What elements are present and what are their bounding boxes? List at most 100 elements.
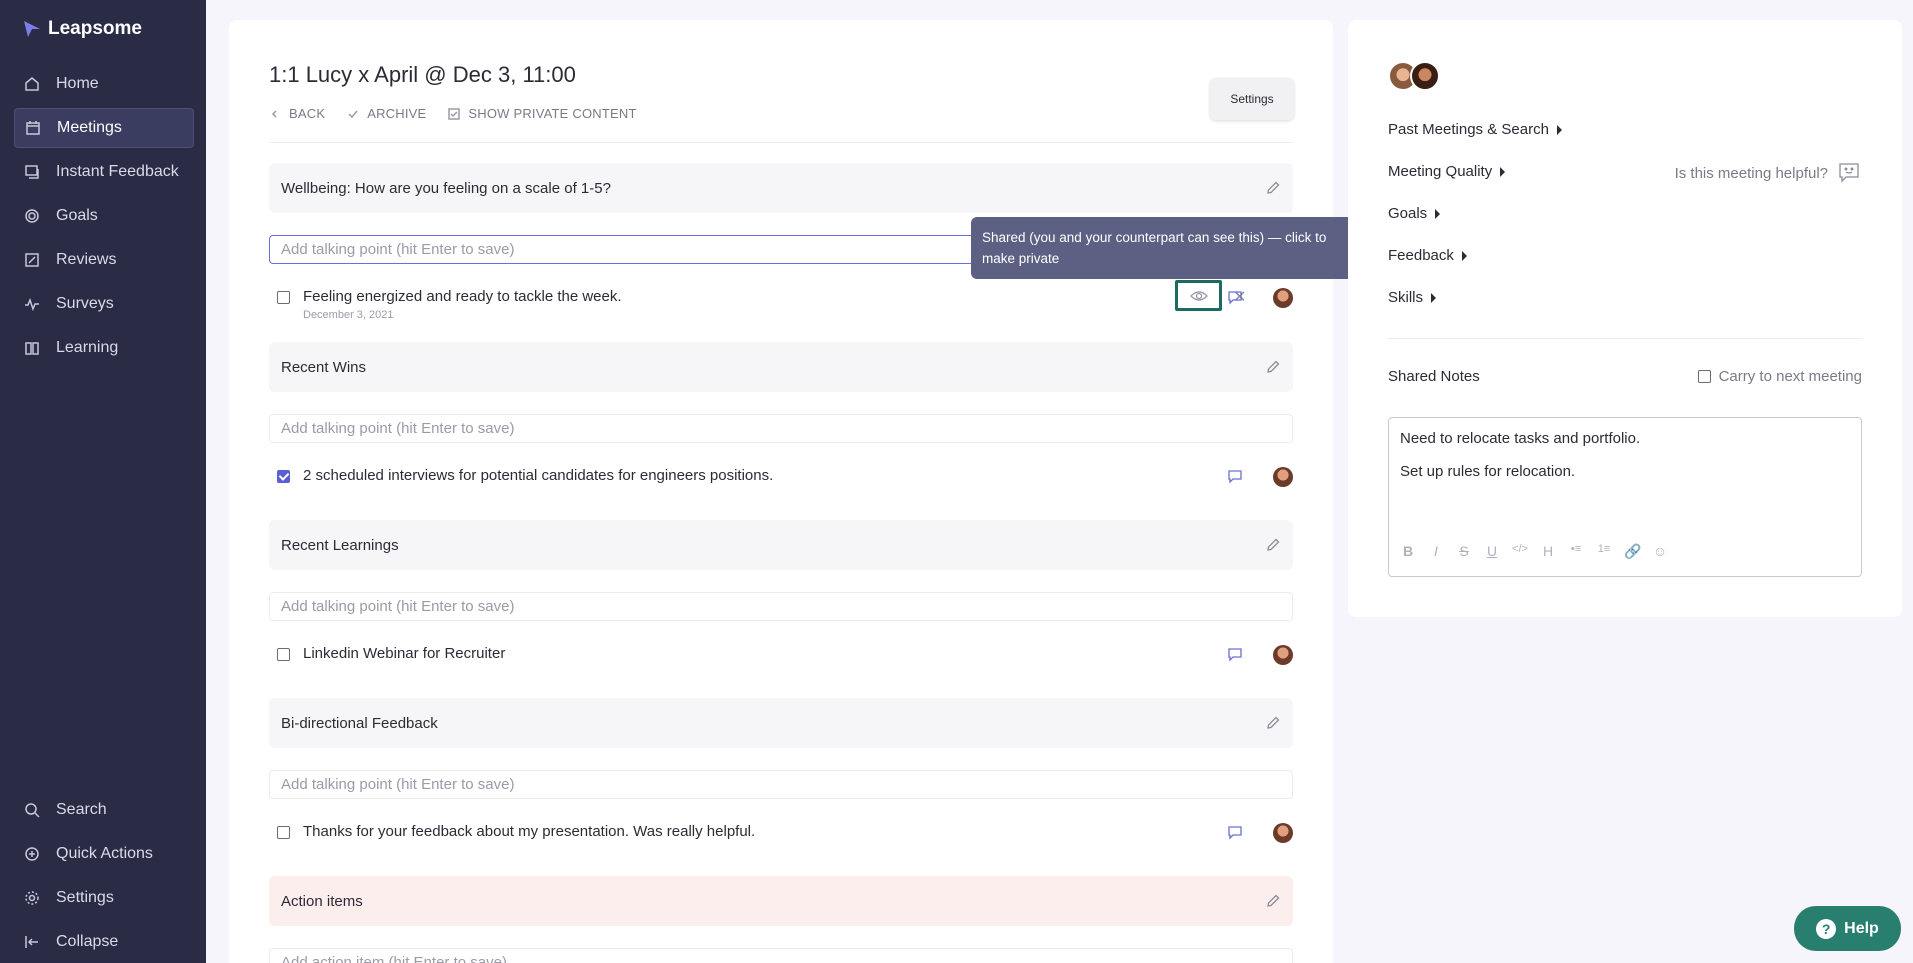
show-private-toggle[interactable]: SHOW PRIVATE CONTENT <box>448 106 636 121</box>
heading-icon[interactable]: H <box>1540 543 1556 560</box>
talking-point-text[interactable]: Thanks for your feedback about my presen… <box>303 823 755 840</box>
carry-to-next-meeting-checkbox[interactable]: Carry to next meeting <box>1697 368 1862 385</box>
visibility-toggle[interactable] <box>1175 280 1222 311</box>
sidebar-item-label: Surveys <box>56 295 114 312</box>
emoji-icon[interactable]: ☺ <box>1652 543 1668 560</box>
leapsome-logo-icon <box>24 21 40 37</box>
collapse-icon <box>24 934 40 950</box>
sidebar-item-learning[interactable]: Learning <box>14 328 194 368</box>
section-title: Wellbeing: How are you feeling on a scal… <box>281 179 611 197</box>
sidebar-item-quick-actions[interactable]: Quick Actions <box>14 834 194 874</box>
bullet-list-icon[interactable]: •≡ <box>1568 543 1584 560</box>
section-title: Action items <box>281 892 363 910</box>
comment-icon[interactable] <box>1227 289 1243 305</box>
pulse-icon <box>24 296 40 312</box>
sidebar-item-label: Search <box>56 801 107 818</box>
sidebar-item-home[interactable]: Home <box>14 64 194 104</box>
action-item-input[interactable] <box>269 948 1293 963</box>
carry-label: Carry to next meeting <box>1718 368 1862 385</box>
show-private-label: SHOW PRIVATE CONTENT <box>468 106 637 121</box>
home-icon <box>24 76 40 92</box>
meeting-helpful-feedback[interactable]: Is this meeting helpful? <box>1675 162 1860 184</box>
italic-icon[interactable]: I <box>1428 543 1444 560</box>
help-label: Help <box>1844 919 1879 937</box>
section-header-action-items: Action items <box>269 876 1293 926</box>
talking-point-text[interactable]: Feeling energized and ready to tackle th… <box>303 288 622 305</box>
caret-right-icon <box>1431 292 1437 303</box>
sidebar-item-reviews[interactable]: Reviews <box>14 240 194 280</box>
shared-notes-title: Shared Notes <box>1388 368 1480 385</box>
sidebar-item-collapse[interactable]: Collapse <box>14 922 194 962</box>
meeting-quality-link[interactable]: Meeting Quality <box>1388 163 1506 180</box>
talking-point-row: Linkedin Webinar for Recruiter <box>277 639 1293 679</box>
underline-icon[interactable]: U <box>1484 543 1500 560</box>
talking-point-input[interactable] <box>269 235 1004 264</box>
numbered-list-icon[interactable]: 1≡ <box>1596 543 1612 560</box>
sidebar-item-meetings[interactable]: Meetings <box>14 108 194 148</box>
talking-point-checkbox[interactable] <box>277 291 290 304</box>
caret-right-icon <box>1461 250 1467 261</box>
bold-icon[interactable]: B <box>1400 543 1416 560</box>
talking-point-text[interactable]: Linkedin Webinar for Recruiter <box>303 645 505 662</box>
checkbox-icon <box>1697 370 1711 383</box>
editor-toolbar: B I S U </> H •≡ 1≡ 🔗 ☺ <box>1400 543 1668 560</box>
meeting-side-panel: Past Meetings & Search Meeting Quality I… <box>1348 20 1902 617</box>
meeting-actions: BACK ARCHIVE SHOW PRIVATE CONTENT <box>269 106 637 121</box>
comment-icon[interactable] <box>1227 824 1243 840</box>
help-button[interactable]: ? Help <box>1794 906 1901 951</box>
talking-point-checkbox[interactable] <box>277 826 290 839</box>
talking-point-input[interactable] <box>269 592 1293 621</box>
section-title: Recent Wins <box>281 358 367 376</box>
talking-point-row: Thanks for your feedback about my presen… <box>277 817 1293 857</box>
pencil-icon[interactable] <box>1265 537 1281 553</box>
section-header-bi-directional-feedback: Bi-directional Feedback <box>269 698 1293 748</box>
caret-right-icon <box>1556 124 1562 135</box>
checkbox-icon <box>448 107 461 120</box>
strikethrough-icon[interactable]: S <box>1456 543 1472 560</box>
link-icon[interactable]: 🔗 <box>1624 543 1641 560</box>
settings-button[interactable]: Settings <box>1210 78 1294 120</box>
talking-point-input[interactable] <box>269 770 1293 799</box>
talking-point-input[interactable] <box>269 414 1293 443</box>
pencil-icon[interactable] <box>1265 180 1281 196</box>
talking-point-row: Feeling energized and ready to tackle th… <box>277 280 1293 322</box>
pencil-icon[interactable] <box>1265 715 1281 731</box>
back-button[interactable]: BACK <box>269 106 325 121</box>
link-label: Meeting Quality <box>1388 163 1493 180</box>
goals-link[interactable]: Goals <box>1388 205 1441 222</box>
pencil-icon[interactable] <box>1265 359 1281 375</box>
comment-icon[interactable] <box>1227 468 1243 484</box>
caret-right-icon <box>1435 208 1441 219</box>
sidebar-bottom-nav: Search Quick Actions Settings Collapse <box>14 790 194 963</box>
talking-point-date: December 3, 2021 <box>303 309 394 321</box>
section-header-wellbeing: Wellbeing: How are you feeling on a scal… <box>269 163 1293 213</box>
sidebar-item-goals[interactable]: Goals <box>14 196 194 236</box>
chevron-left-icon <box>271 109 277 118</box>
skills-link[interactable]: Skills <box>1388 289 1437 306</box>
sidebar-item-label: Meetings <box>57 119 122 136</box>
book-icon <box>24 340 40 356</box>
sidebar-item-instant-feedback[interactable]: Instant Feedback <box>14 152 194 192</box>
pencil-icon[interactable] <box>1265 893 1281 909</box>
feedback-link[interactable]: Feedback <box>1388 247 1467 264</box>
archive-label: ARCHIVE <box>367 106 427 121</box>
talking-point-text[interactable]: 2 scheduled interviews for potential can… <box>303 467 773 484</box>
sidebar-item-search[interactable]: Search <box>14 790 194 830</box>
shared-notes-editor[interactable]: Need to relocate tasks and portfolio. Se… <box>1388 417 1862 577</box>
talking-point-row: 2 scheduled interviews for potential can… <box>277 461 1293 501</box>
talking-point-checkbox[interactable] <box>277 470 290 483</box>
sidebar-item-settings[interactable]: Settings <box>14 878 194 918</box>
archive-button[interactable]: ARCHIVE <box>347 106 426 121</box>
section-header-recent-learnings: Recent Learnings <box>269 520 1293 570</box>
feedback-icon <box>24 164 40 180</box>
code-icon[interactable]: </> <box>1512 543 1528 560</box>
avatar <box>1273 823 1293 843</box>
sidebar-item-surveys[interactable]: Surveys <box>14 284 194 324</box>
leapsome-logo[interactable]: Leapsome <box>22 18 142 40</box>
comment-icon[interactable] <box>1227 646 1243 662</box>
plus-circle-icon <box>24 846 40 862</box>
talking-point-checkbox[interactable] <box>277 648 290 661</box>
past-meetings-link[interactable]: Past Meetings & Search <box>1388 121 1562 138</box>
participants-avatars <box>1388 61 1440 91</box>
divider <box>1388 338 1862 339</box>
